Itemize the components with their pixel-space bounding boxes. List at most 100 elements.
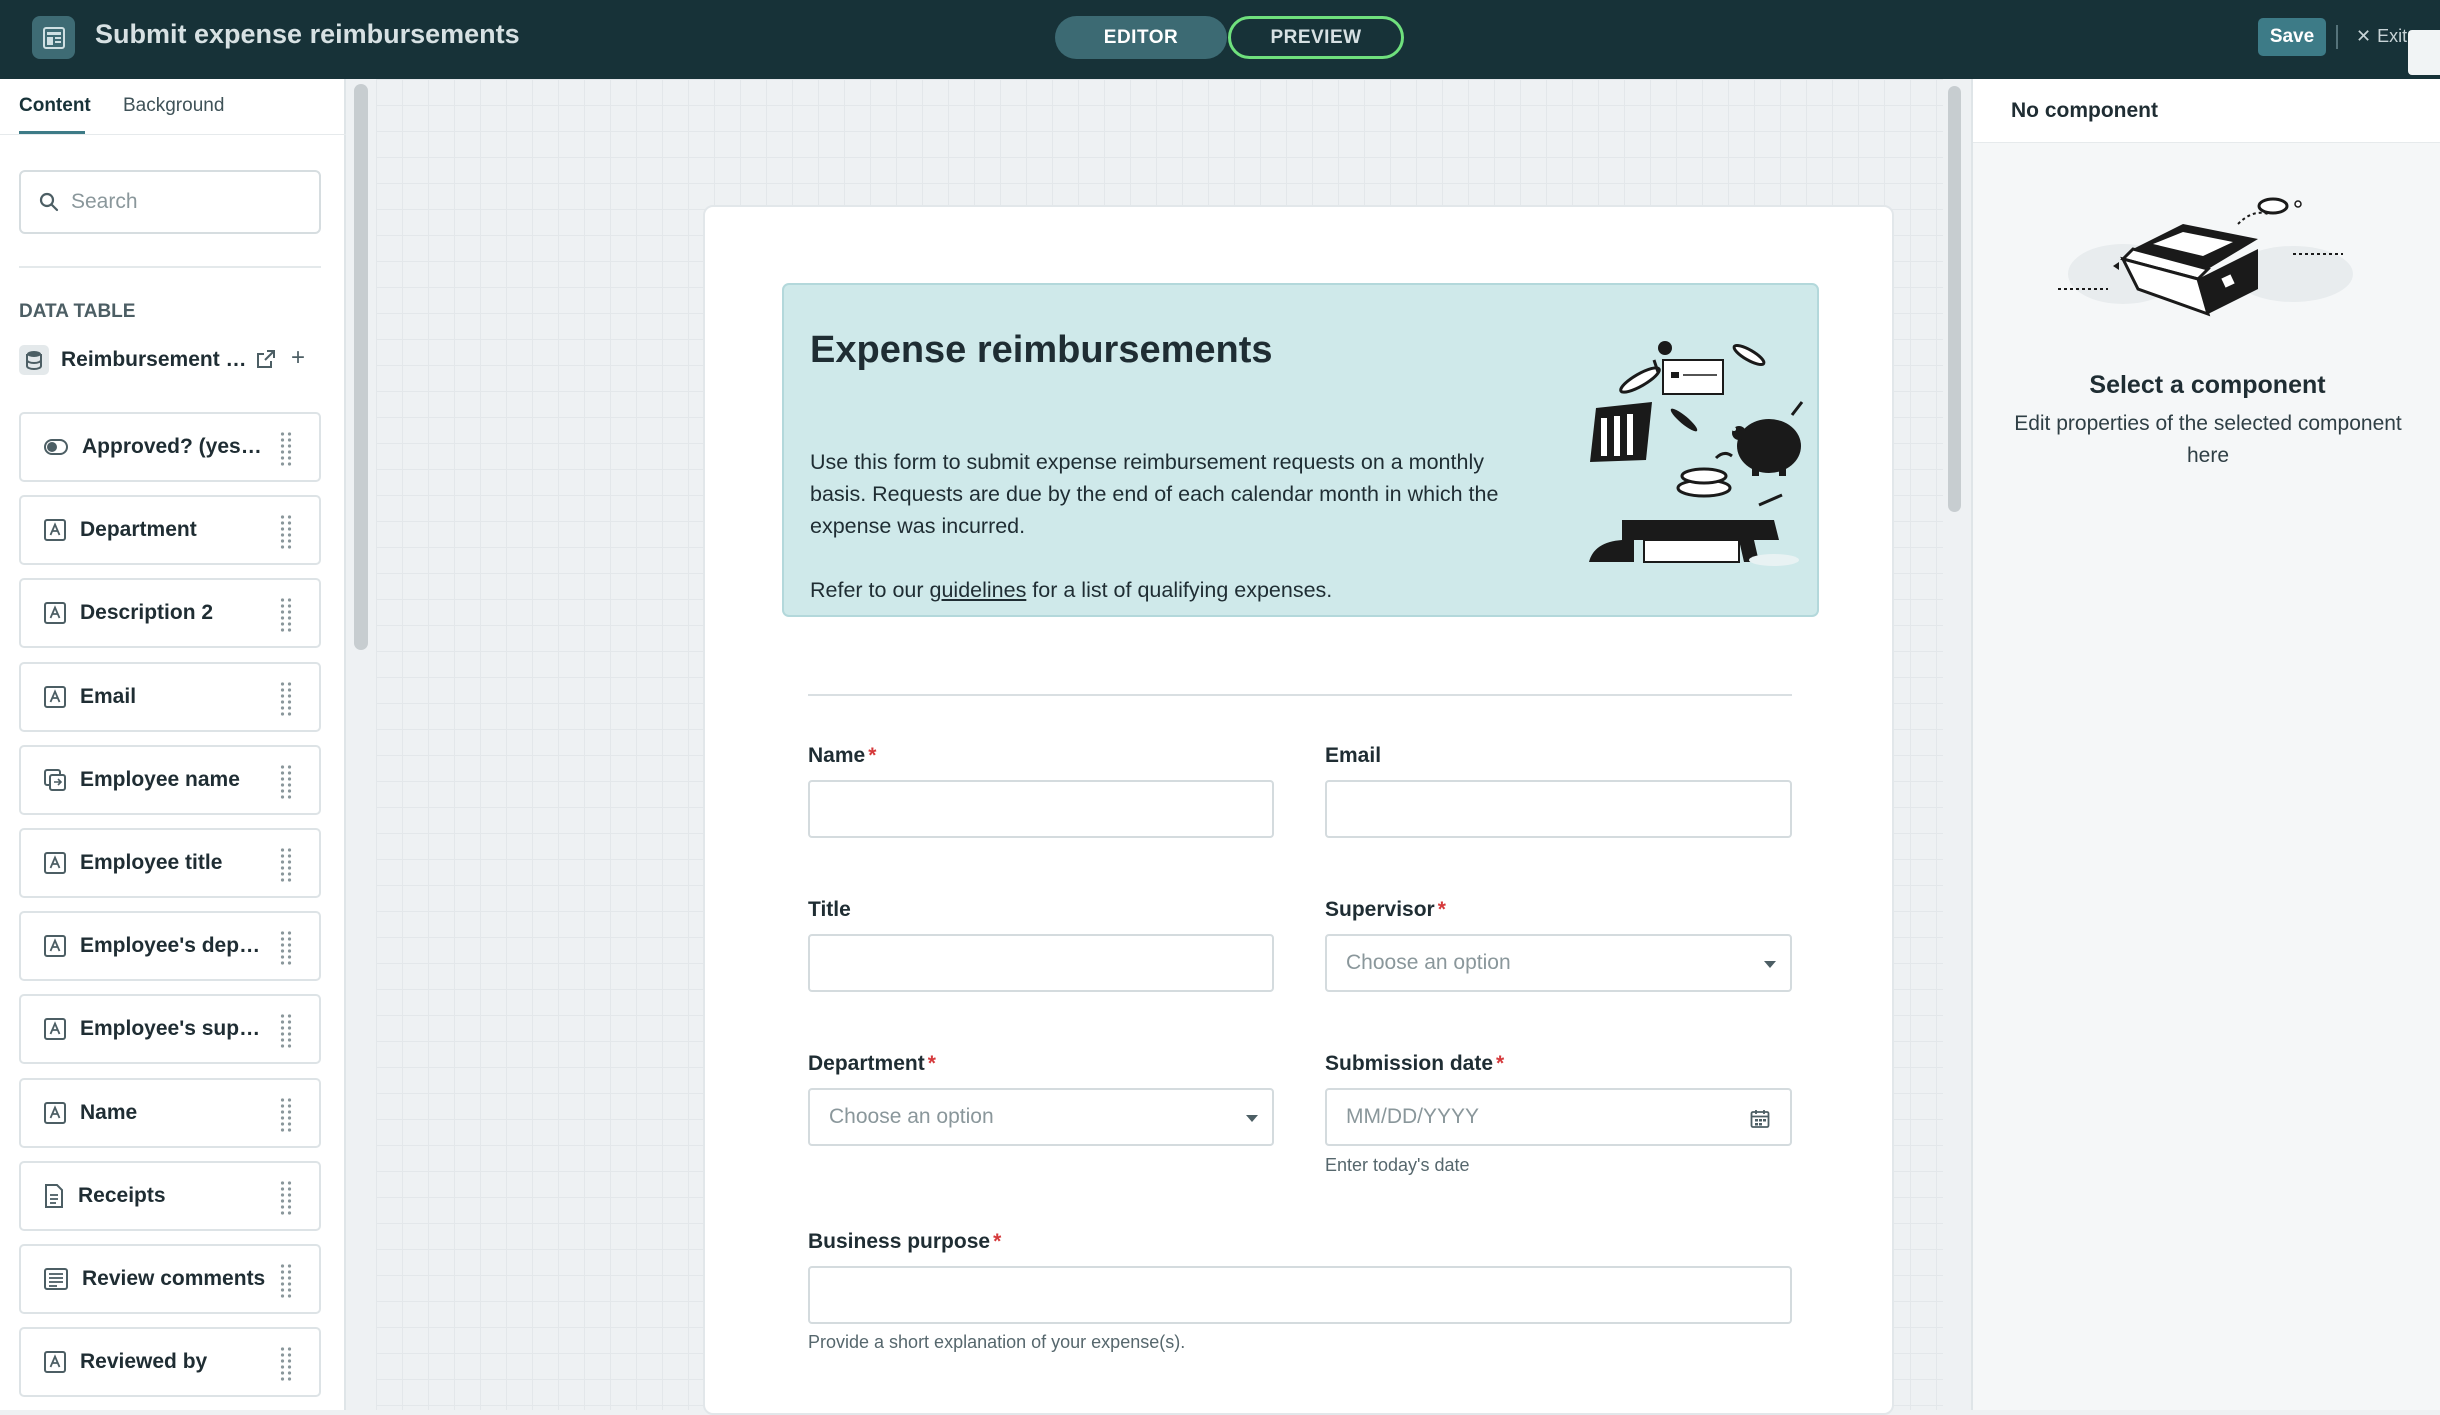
refer-prefix: Refer to our xyxy=(810,578,930,602)
field-item-label: Description 2 xyxy=(80,601,214,625)
supervisor-label: Supervisor * xyxy=(1325,898,1446,922)
department-select[interactable]: Choose an option xyxy=(808,1088,1274,1146)
close-icon: ✕ xyxy=(2356,26,2372,46)
title-input[interactable] xyxy=(808,934,1274,992)
business-purpose-label-text: Business purpose xyxy=(808,1230,991,1253)
name-label: Name * xyxy=(808,744,876,768)
field-item[interactable]: Approved? (yes/… xyxy=(19,412,321,482)
form-app-icon xyxy=(32,16,75,59)
header-banner[interactable]: Expense reimbursements Use this form to … xyxy=(782,283,1819,617)
field-item-label: Approved? (yes/… xyxy=(82,435,267,458)
submission-date-input[interactable]: MM/DD/YYYY xyxy=(1325,1088,1792,1146)
field-item[interactable]: Email xyxy=(19,661,321,732)
exit-button[interactable]: ✕ Exit xyxy=(2356,26,2407,47)
exit-label: Exit xyxy=(2377,26,2408,46)
drag-handle-icon[interactable] xyxy=(279,1180,293,1221)
department-label-text: Department xyxy=(808,1052,925,1075)
field-item[interactable]: Employee's supe… xyxy=(19,994,321,1065)
empty-state-heading: Select a component xyxy=(2089,371,2326,399)
field-item-label: Employee title xyxy=(80,851,223,874)
field-item-label: Employee's depa… xyxy=(80,934,265,958)
drag-handle-icon[interactable] xyxy=(279,1263,293,1304)
field-item[interactable]: Review comments xyxy=(19,1244,321,1314)
mode-toggle: EDITOR PREVIEW xyxy=(1055,16,1405,59)
text-field-icon xyxy=(44,519,66,542)
drag-handle-icon[interactable] xyxy=(279,930,293,971)
department-placeholder: Choose an option xyxy=(829,1105,994,1128)
field-item[interactable]: Receipts xyxy=(19,1160,321,1231)
properties-panel: No component Select a component Edit pro… xyxy=(1971,79,2440,1410)
field-item[interactable]: Employee's depa… xyxy=(19,911,321,982)
panel-collapse-handle[interactable] xyxy=(2408,30,2440,75)
guidelines-link[interactable]: guidelines xyxy=(930,578,1027,602)
field-item-label: Receipts xyxy=(78,1183,166,1207)
field-item-label: Employee name xyxy=(80,767,240,791)
field-item[interactable]: Description 2 xyxy=(19,578,321,649)
paragraph-field-icon xyxy=(44,1268,68,1290)
field-item[interactable]: Reviewed by xyxy=(19,1327,321,1398)
calendar-icon[interactable] xyxy=(1750,1109,1770,1129)
refer-suffix: for a list of qualifying expenses. xyxy=(1026,578,1333,602)
search-input[interactable]: Search xyxy=(19,170,321,234)
form-card: Expense reimbursements Use this form to … xyxy=(703,205,1894,1415)
page-title: Submit expense reimbursements xyxy=(95,19,520,49)
business-purpose-input[interactable] xyxy=(808,1266,1792,1324)
drag-handle-icon[interactable] xyxy=(279,597,293,638)
drag-handle-icon[interactable] xyxy=(279,847,293,888)
save-button[interactable]: Save xyxy=(2258,18,2326,56)
drag-handle-icon[interactable] xyxy=(279,514,293,555)
field-item[interactable]: Department xyxy=(19,495,321,566)
date-placeholder: MM/DD/YYYY xyxy=(1346,1105,1480,1128)
data-table-row[interactable]: Reimbursement … + xyxy=(19,344,321,376)
field-item-label: Name xyxy=(80,1100,138,1124)
drag-handle-icon[interactable] xyxy=(279,764,293,805)
search-icon xyxy=(39,192,59,212)
preview-mode-button[interactable]: PREVIEW xyxy=(1228,16,1404,59)
database-icon xyxy=(19,345,49,375)
sidebar-scrollbar[interactable] xyxy=(354,84,368,650)
empty-box-illustration xyxy=(2058,197,2353,317)
data-table-name: Reimbursement … xyxy=(61,348,247,371)
supervisor-select[interactable]: Choose an option xyxy=(1325,934,1792,992)
field-item[interactable]: Employee title xyxy=(19,828,321,898)
field-item[interactable]: Employee name xyxy=(19,744,321,815)
external-link-icon[interactable] xyxy=(256,349,276,369)
drag-handle-icon[interactable] xyxy=(279,1346,293,1387)
editor-mode-button[interactable]: EDITOR xyxy=(1055,16,1227,59)
text-field-icon xyxy=(44,935,66,958)
required-mark: * xyxy=(927,1052,936,1075)
drag-handle-icon[interactable] xyxy=(279,1097,293,1138)
field-item[interactable]: Name xyxy=(19,1077,321,1148)
toolbar-divider xyxy=(2336,25,2338,49)
email-input[interactable] xyxy=(1325,780,1792,838)
supervisor-label-text: Supervisor xyxy=(1325,898,1435,921)
text-field-icon xyxy=(44,1351,66,1374)
tab-background[interactable]: Background xyxy=(123,95,224,117)
required-mark: * xyxy=(868,744,877,767)
top-bar: Submit expense reimbursements EDITOR PRE… xyxy=(0,0,2440,79)
banner-refer-text: Refer to our guidelines for a list of qu… xyxy=(810,578,1332,603)
email-label: Email xyxy=(1325,744,1382,767)
required-mark: * xyxy=(1496,1052,1505,1075)
supervisor-placeholder: Choose an option xyxy=(1346,951,1511,974)
text-field-icon xyxy=(44,685,66,708)
sidebar-tabs: Content Background xyxy=(0,79,346,135)
canvas-scrollbar[interactable] xyxy=(1948,86,1961,512)
submission-date-label-text: Submission date xyxy=(1325,1052,1494,1075)
sidebar-divider xyxy=(19,266,321,268)
add-icon[interactable]: + xyxy=(291,346,305,370)
text-field-icon xyxy=(44,852,66,874)
name-input[interactable] xyxy=(808,780,1274,838)
chevron-down-icon xyxy=(1764,961,1776,968)
title-label: Title xyxy=(808,898,851,921)
drag-handle-icon[interactable] xyxy=(279,681,293,722)
tab-content[interactable]: Content xyxy=(19,95,91,117)
business-purpose-help: Provide a short explanation of your expe… xyxy=(808,1332,1186,1352)
required-mark: * xyxy=(1437,898,1446,921)
submission-date-label: Submission date * xyxy=(1325,1052,1504,1076)
drag-handle-icon[interactable] xyxy=(279,1013,293,1054)
field-item-label: Department xyxy=(80,518,197,542)
business-purpose-label: Business purpose * xyxy=(808,1230,1001,1254)
drag-handle-icon[interactable] xyxy=(279,431,293,472)
lookup-field-icon xyxy=(44,768,66,791)
